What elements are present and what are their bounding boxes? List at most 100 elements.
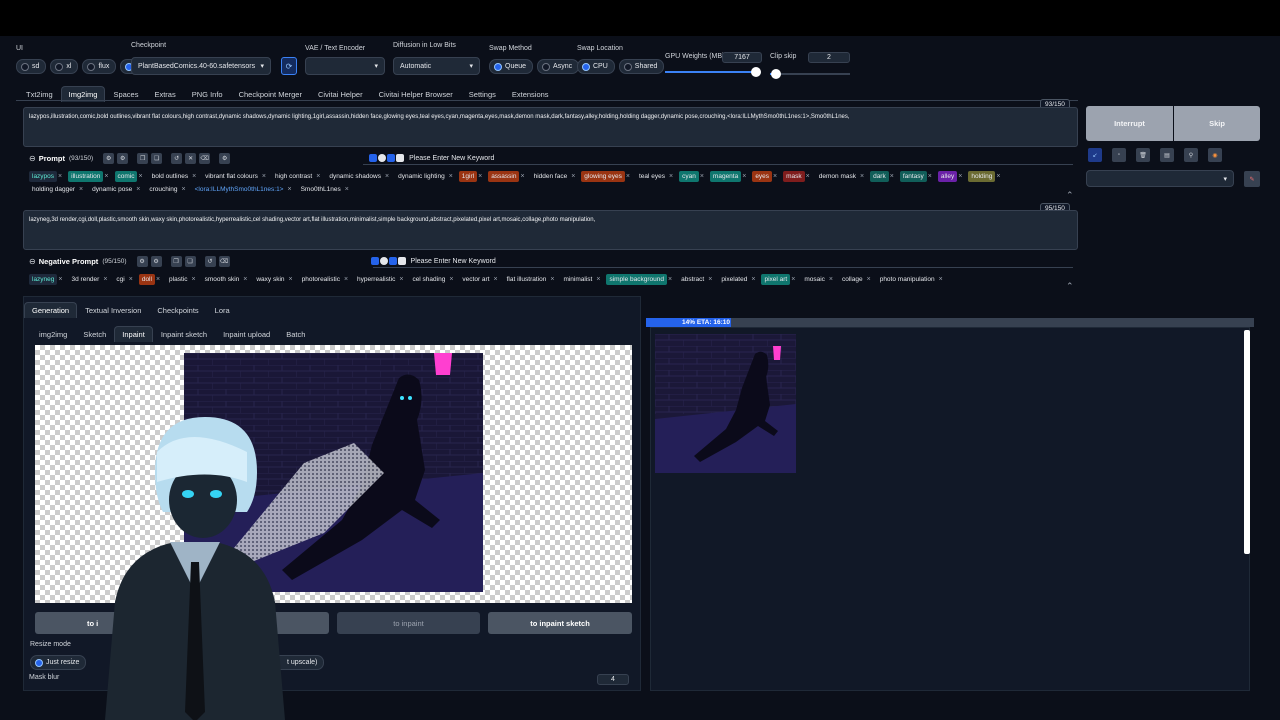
keyword-tag[interactable]: 1girl	[458, 171, 478, 182]
keyword-tag[interactable]: dynamic lighting	[395, 171, 448, 182]
keyword-tag[interactable]: hyperrealistic	[354, 274, 398, 285]
gallery-scrollbar[interactable]	[1244, 330, 1250, 554]
remove-tag-icon[interactable]: ×	[58, 276, 62, 283]
options-icon[interactable]: ⚙	[219, 152, 231, 164]
remove-tag-icon[interactable]: ×	[700, 173, 704, 180]
keyword-tag[interactable]: illustration	[68, 171, 104, 182]
remove-tag-icon[interactable]: ×	[287, 186, 291, 193]
keyword-checkbox-3[interactable]	[397, 257, 406, 265]
remove-tag-icon[interactable]: ×	[192, 173, 196, 180]
negative-prompt-textarea[interactable]: lazyneg,3d render,cgi,doll,plastic,smoot…	[23, 210, 1078, 250]
remove-tag-icon[interactable]: ×	[191, 276, 195, 283]
skip-button[interactable]: Skip	[1174, 106, 1260, 141]
keyword-tag[interactable]: mosaic	[801, 274, 828, 285]
keyword-tag[interactable]: dynamic shadows	[326, 171, 384, 182]
imgtab-inpaint[interactable]: Inpaint	[114, 326, 153, 342]
ui-radio-sd[interactable]: sd	[16, 59, 47, 74]
keyword-tag[interactable]: waxy skin	[253, 274, 287, 285]
copy-icon[interactable]: ❐	[170, 255, 182, 267]
remove-tag-icon[interactable]: ×	[58, 173, 62, 180]
remove-tag-icon[interactable]: ×	[136, 186, 140, 193]
keyword-input[interactable]: Please Enter New Keyword	[409, 155, 494, 162]
keyword-tag[interactable]: vibrant flat colours	[202, 171, 261, 182]
gear-icon[interactable]: ⚙	[117, 152, 129, 164]
clear-icon[interactable]: ✕	[185, 152, 197, 164]
keyword-tag[interactable]: mask	[783, 171, 805, 182]
imgtab-sketch[interactable]: Sketch	[75, 326, 114, 342]
subtab-checkpoints[interactable]: Checkpoints	[149, 302, 206, 318]
keyword-tag[interactable]: pixelated	[718, 274, 750, 285]
refresh-checkpoint-button[interactable]: ⟳	[281, 57, 297, 75]
keyword-tag[interactable]: holding	[968, 171, 996, 182]
imgtab-inpaint-sketch[interactable]: Inpaint sketch	[153, 326, 215, 342]
swap-method-queue[interactable]: Queue	[489, 59, 534, 74]
keyword-tag[interactable]: plastic	[166, 274, 190, 285]
collapse-icon[interactable]: ⊖	[29, 154, 36, 163]
remove-tag-icon[interactable]: ×	[399, 276, 403, 283]
keyword-tag[interactable]: glowing eyes	[581, 171, 625, 182]
remove-tag-icon[interactable]: ×	[494, 276, 498, 283]
imgtab-batch[interactable]: Batch	[278, 326, 313, 342]
subtab-generation[interactable]: Generation	[24, 302, 78, 318]
undo-icon[interactable]: ↺	[171, 152, 183, 164]
remove-tag-icon[interactable]: ×	[928, 173, 932, 180]
keyword-refresh-icon[interactable]	[379, 257, 388, 265]
collapse-up-icon[interactable]: ⌃	[1066, 190, 1074, 201]
extra-networks-icon[interactable]: ◉	[1208, 148, 1222, 162]
ui-radio-xl[interactable]: xl	[50, 59, 79, 74]
settings-icon[interactable]: ⚙	[136, 255, 148, 267]
keyword-tag[interactable]: demon mask	[816, 171, 859, 182]
collapse-up-icon[interactable]: ⌃	[1066, 281, 1074, 292]
edit-styles-icon[interactable]: ✎	[1244, 171, 1260, 187]
swap-method-async[interactable]: Async	[537, 59, 580, 74]
vae-dropdown[interactable]: ▾	[305, 57, 385, 75]
mask-blur-input[interactable]: 4	[597, 674, 629, 685]
swap-location-shared[interactable]: Shared	[618, 59, 665, 74]
remove-tag-icon[interactable]: ×	[478, 173, 482, 180]
collapse-icon[interactable]: ⊖	[29, 257, 36, 266]
keyword-tag[interactable]: minimalist	[560, 274, 595, 285]
remove-tag-icon[interactable]: ×	[890, 173, 894, 180]
keyword-tag[interactable]: assassin	[488, 171, 520, 182]
keyword-tag[interactable]: fantasy	[899, 171, 927, 182]
keyword-checkbox-3[interactable]	[396, 154, 405, 162]
keyword-tag[interactable]: high contrast	[272, 171, 315, 182]
styles-dropdown[interactable]: ▾	[1086, 170, 1234, 187]
keyword-tag[interactable]: magenta	[709, 171, 742, 182]
keyword-tag[interactable]: Smo0thL1nes	[298, 184, 344, 195]
keyword-tag[interactable]: dark	[870, 171, 889, 182]
trash-icon[interactable]: ⌫	[199, 152, 211, 164]
gpu-weights-thumb[interactable]	[751, 67, 762, 77]
remove-tag-icon[interactable]: ×	[449, 173, 453, 180]
subtab-textual-inversion[interactable]: Textual Inversion	[77, 302, 149, 318]
undo-icon[interactable]: ↺	[204, 255, 216, 267]
keyword-tag[interactable]: cgi	[113, 274, 127, 285]
settings-icon[interactable]: ⚙	[103, 152, 115, 164]
clip-skip-thumb[interactable]	[771, 69, 782, 79]
remove-tag-icon[interactable]: ×	[996, 173, 1000, 180]
imgtab-inpaint-upload[interactable]: Inpaint upload	[215, 326, 278, 342]
resize-just-resize[interactable]: Just resize	[30, 655, 87, 670]
clip-skip-slider[interactable]	[770, 69, 850, 79]
remove-tag-icon[interactable]: ×	[773, 173, 777, 180]
keyword-tag[interactable]: pixel art	[761, 274, 791, 285]
keyword-tag[interactable]: 3d render	[69, 274, 103, 285]
keyword-tag[interactable]: cel shading	[409, 274, 448, 285]
copy-icon[interactable]: ❐	[137, 152, 149, 164]
keyword-tag[interactable]: collage	[839, 274, 866, 285]
keyword-tag[interactable]: smooth skin	[202, 274, 243, 285]
remove-tag-icon[interactable]: ×	[860, 173, 864, 180]
interrupt-button[interactable]: Interrupt	[1086, 106, 1173, 141]
remove-tag-icon[interactable]: ×	[791, 276, 795, 283]
keyword-tag[interactable]: hidden face	[531, 171, 571, 182]
keyword-tag[interactable]: photo manipulation	[877, 274, 938, 285]
bookmark-icon[interactable]: ⚲	[1184, 148, 1198, 162]
remove-tag-icon[interactable]: ×	[742, 173, 746, 180]
remove-tag-icon[interactable]: ×	[626, 173, 630, 180]
remove-tag-icon[interactable]: ×	[829, 276, 833, 283]
keyword-checkbox-1[interactable]	[369, 154, 378, 162]
output-thumbnail[interactable]	[655, 334, 796, 473]
trash-icon[interactable]: ⌫	[218, 255, 230, 267]
gear-icon[interactable]: ⚙	[150, 255, 162, 267]
keyword-tag[interactable]: vector art	[459, 274, 492, 285]
